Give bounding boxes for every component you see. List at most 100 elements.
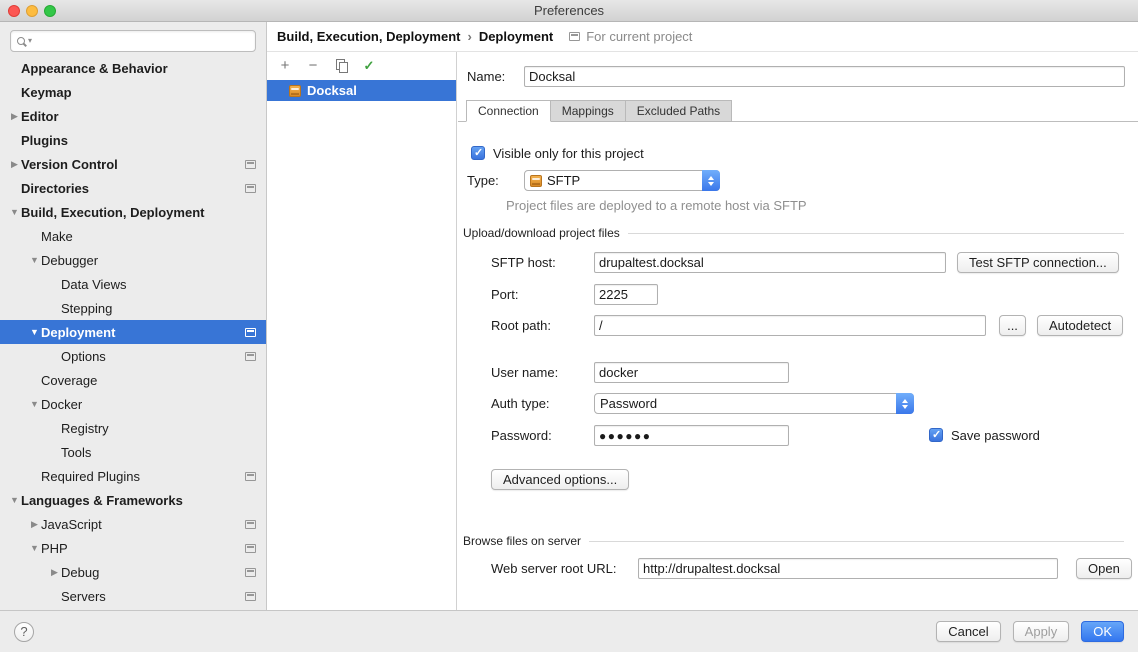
- sidebar-item-label: Servers: [61, 589, 106, 604]
- sidebar-item-data-views[interactable]: Data Views: [0, 272, 266, 296]
- sidebar-item-required-plugins[interactable]: Required Plugins: [0, 464, 266, 488]
- sidebar-item-editor[interactable]: ▶Editor: [0, 104, 266, 128]
- breadcrumb-header: Build, Execution, Deployment › Deploymen…: [267, 22, 1138, 52]
- chevron-right-icon[interactable]: ▶: [8, 159, 21, 170]
- sidebar-item-version-control[interactable]: ▶Version Control: [0, 152, 266, 176]
- save-password-checkbox[interactable]: [929, 428, 943, 442]
- chevron-right-icon[interactable]: ▶: [28, 519, 41, 530]
- auth-type-select[interactable]: Password: [594, 393, 914, 414]
- tab-excluded-paths[interactable]: Excluded Paths: [625, 100, 732, 122]
- sidebar-item-debugger[interactable]: ▼Debugger: [0, 248, 266, 272]
- remove-icon: −: [309, 58, 318, 73]
- cancel-button[interactable]: Cancel: [936, 621, 1000, 642]
- sidebar-item-directories[interactable]: Directories: [0, 176, 266, 200]
- name-label: Name:: [467, 66, 505, 87]
- settings-search-box[interactable]: ▾: [10, 30, 256, 52]
- close-button[interactable]: [8, 5, 20, 17]
- chevron-right-icon[interactable]: ▶: [48, 567, 61, 578]
- current-project-icon: [245, 184, 256, 193]
- sftp-host-input[interactable]: [594, 252, 946, 273]
- sidebar-item-docker[interactable]: ▼Docker: [0, 392, 266, 416]
- visible-only-label: Visible only for this project: [493, 143, 644, 164]
- sidebar-item-label: Keymap: [21, 85, 72, 100]
- sidebar-item-make[interactable]: Make: [0, 224, 266, 248]
- sidebar-item-label: Plugins: [21, 133, 68, 148]
- minimize-button[interactable]: [26, 5, 38, 17]
- tab-mappings[interactable]: Mappings: [550, 100, 626, 122]
- sidebar-item-languages-frameworks[interactable]: ▼Languages & Frameworks: [0, 488, 266, 512]
- add-icon: +: [281, 58, 290, 73]
- open-button[interactable]: Open: [1076, 558, 1132, 579]
- advanced-options-button[interactable]: Advanced options...: [491, 469, 629, 490]
- traffic-lights: [8, 5, 56, 17]
- sidebar-item-php[interactable]: ▼PHP: [0, 536, 266, 560]
- apply-button[interactable]: Apply: [1013, 621, 1070, 642]
- user-name-input[interactable]: [594, 362, 789, 383]
- sidebar-item-deployment[interactable]: ▼Deployment: [0, 320, 266, 344]
- chevron-down-icon[interactable]: ▼: [8, 495, 21, 505]
- chevron-down-icon[interactable]: ▼: [28, 327, 41, 337]
- chevron-down-icon[interactable]: ▼: [8, 207, 21, 217]
- help-button[interactable]: ?: [14, 622, 34, 642]
- sidebar-item-label: Editor: [21, 109, 59, 124]
- sidebar-item-appearance-behavior[interactable]: Appearance & Behavior: [0, 56, 266, 80]
- current-project-icon: [245, 160, 256, 169]
- breadcrumb-separator-icon: ›: [467, 29, 471, 44]
- search-options-chevron-icon[interactable]: ▾: [28, 37, 32, 45]
- sidebar-item-javascript[interactable]: ▶JavaScript: [0, 512, 266, 536]
- root-path-input[interactable]: [594, 315, 986, 336]
- down-arrow-icon: [902, 405, 908, 409]
- sidebar-item-stepping[interactable]: Stepping: [0, 296, 266, 320]
- test-sftp-connection-button[interactable]: Test SFTP connection...: [957, 252, 1119, 273]
- copy-button[interactable]: [331, 56, 351, 74]
- web-root-label: Web server root URL:: [491, 558, 616, 579]
- scope-indicator: For current project: [569, 29, 692, 44]
- visible-only-checkbox[interactable]: [471, 146, 485, 160]
- zoom-button[interactable]: [44, 5, 56, 17]
- chevron-down-icon[interactable]: ▼: [28, 255, 41, 265]
- type-select[interactable]: SFTP: [524, 170, 720, 191]
- sidebar-item-build-execution-deployment[interactable]: ▼Build, Execution, Deployment: [0, 200, 266, 224]
- search-input[interactable]: [35, 32, 249, 50]
- password-label: Password:: [491, 425, 552, 446]
- server-list: Docksal: [267, 80, 456, 101]
- sidebar-item-coverage[interactable]: Coverage: [0, 368, 266, 392]
- add-button[interactable]: +: [275, 56, 295, 74]
- port-input[interactable]: [594, 284, 658, 305]
- sidebar-item-keymap[interactable]: Keymap: [0, 80, 266, 104]
- root-path-label: Root path:: [491, 315, 551, 336]
- use-as-default-button[interactable]: ✓: [359, 56, 379, 74]
- browse-button[interactable]: ...: [999, 315, 1026, 336]
- server-list-panel: + − ✓ Docksal: [267, 52, 457, 610]
- chevron-right-icon[interactable]: ▶: [8, 111, 21, 122]
- up-arrow-icon: [708, 176, 714, 180]
- user-name-label: User name:: [491, 362, 558, 383]
- server-list-item[interactable]: Docksal: [267, 80, 456, 101]
- dialog-footer: ? Cancel Apply OK: [0, 610, 1138, 652]
- sidebar-item-tools[interactable]: Tools: [0, 440, 266, 464]
- breadcrumb-root[interactable]: Build, Execution, Deployment: [277, 29, 460, 44]
- type-label: Type:: [467, 170, 499, 191]
- tab-connection[interactable]: Connection: [466, 100, 551, 122]
- sidebar-item-label: Required Plugins: [41, 469, 140, 484]
- remove-button[interactable]: −: [303, 56, 323, 74]
- sidebar-item-servers[interactable]: Servers: [0, 584, 266, 608]
- sidebar-item-options[interactable]: Options: [0, 344, 266, 368]
- sidebar-item-debug[interactable]: ▶Debug: [0, 560, 266, 584]
- autodetect-button[interactable]: Autodetect: [1037, 315, 1123, 336]
- sidebar-item-label: Directories: [21, 181, 89, 196]
- ok-button[interactable]: OK: [1081, 621, 1124, 642]
- sidebar-item-registry[interactable]: Registry: [0, 416, 266, 440]
- chevron-down-icon[interactable]: ▼: [28, 399, 41, 409]
- sidebar-item-label: Deployment: [41, 325, 115, 340]
- sidebar-item-label: PHP: [41, 541, 68, 556]
- password-input[interactable]: [594, 425, 789, 446]
- section-divider: [589, 541, 1124, 542]
- web-root-input[interactable]: [638, 558, 1058, 579]
- chevron-down-icon[interactable]: ▼: [28, 543, 41, 553]
- sidebar-item-label: Data Views: [61, 277, 127, 292]
- sidebar-item-plugins[interactable]: Plugins: [0, 128, 266, 152]
- sidebar-item-label: Registry: [61, 421, 109, 436]
- name-input[interactable]: [524, 66, 1125, 87]
- combo-arrows-icon: [896, 393, 914, 414]
